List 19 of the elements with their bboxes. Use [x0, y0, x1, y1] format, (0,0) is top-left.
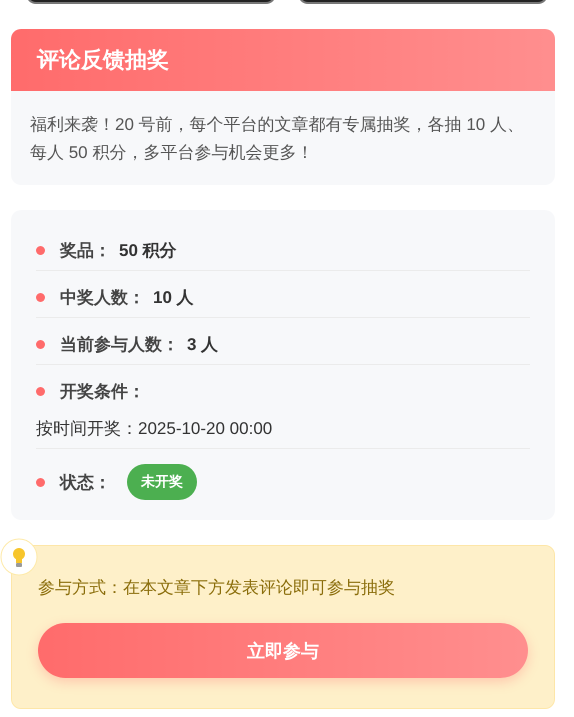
label: 奖品： — [60, 240, 111, 262]
label: 中奖人数： — [60, 287, 145, 309]
label: 状态： — [60, 472, 111, 494]
status-badge: 未开奖 — [127, 464, 197, 500]
bullet-icon — [36, 387, 45, 396]
bullet-icon — [36, 293, 45, 302]
label: 开奖条件： — [60, 381, 145, 403]
description: 福利来袭！20 号前，每个平台的文章都有专属抽奖，各抽 10 人、每人 50 积分，多平台参与机会更多！ — [30, 114, 525, 164]
bullet-icon — [36, 340, 45, 349]
condition-text: 按时间开奖：2025-10-20 00:00 — [36, 418, 274, 440]
bullet-icon — [36, 246, 45, 255]
tip-text: 参与方式：在本文章下方发表评论即可参与抽奖 — [38, 577, 396, 599]
join-button[interactable]: 立即参与 — [38, 623, 528, 678]
value: 10 人 — [153, 287, 194, 309]
value: 3 人 — [187, 334, 218, 356]
value: 50 积分 — [119, 240, 177, 262]
card-title: 评论反馈抽奖 — [37, 46, 169, 74]
bullet-icon — [36, 478, 45, 486]
label: 当前参与人数： — [60, 334, 179, 356]
